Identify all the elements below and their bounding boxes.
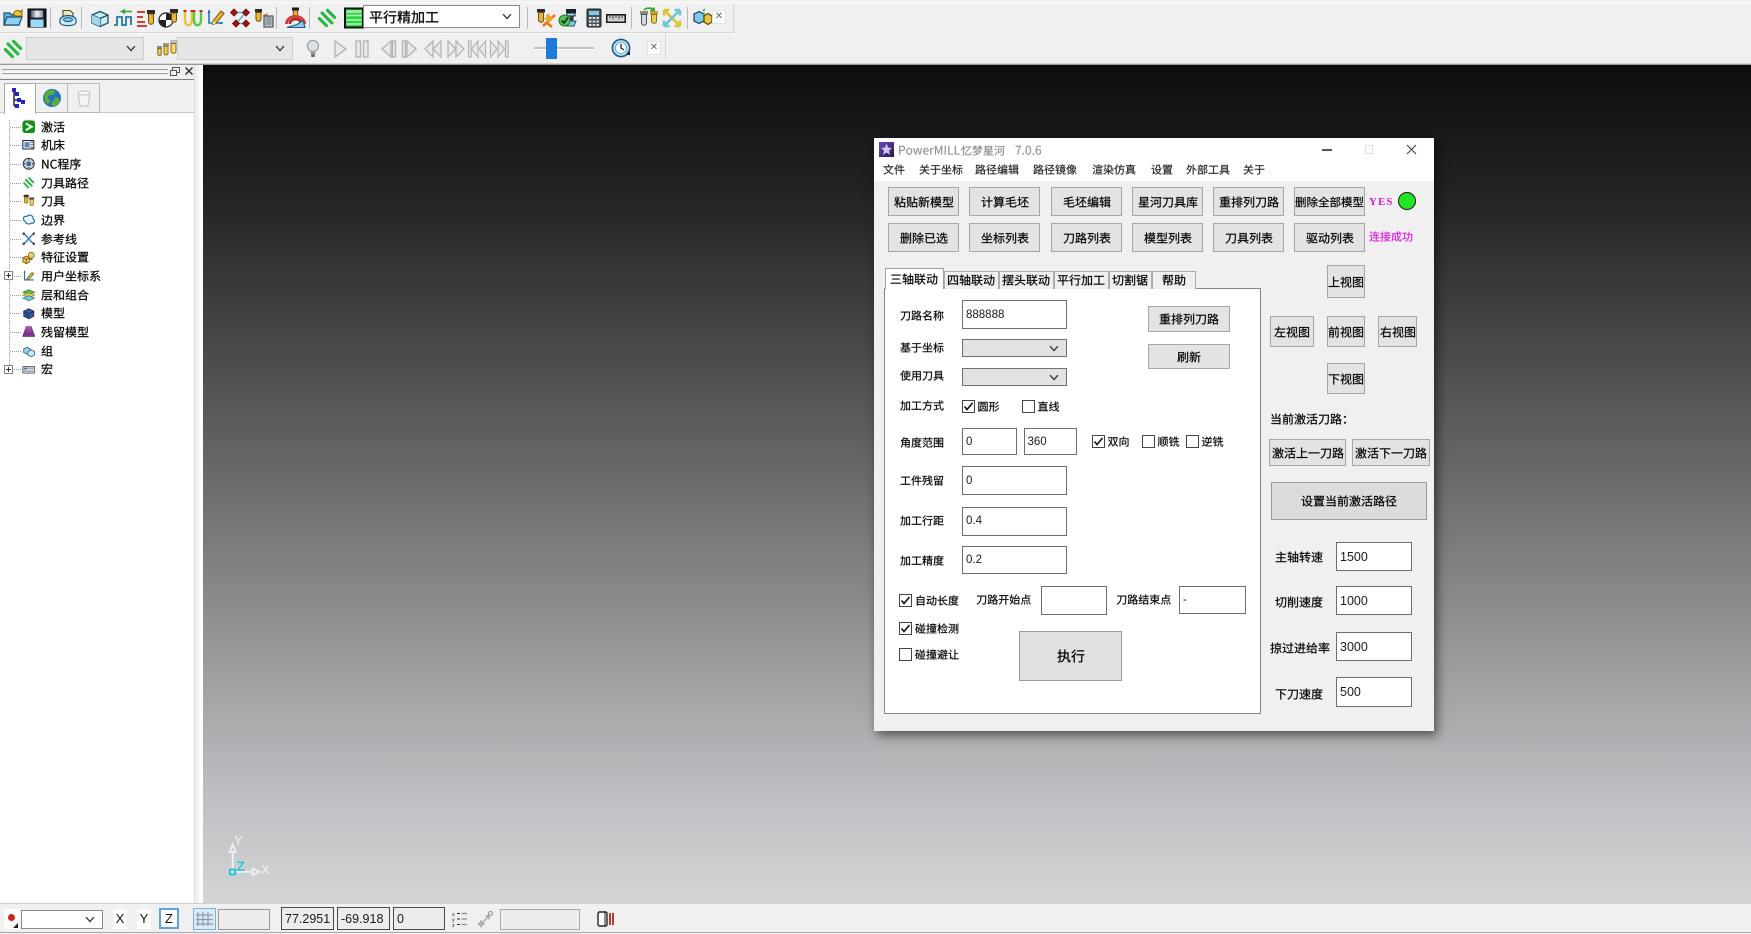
svg-text:z: z [452, 923, 455, 928]
svg-text:Z: Z [237, 858, 246, 874]
svg-text:Y: Y [234, 833, 243, 848]
svg-text:X: X [261, 862, 270, 877]
